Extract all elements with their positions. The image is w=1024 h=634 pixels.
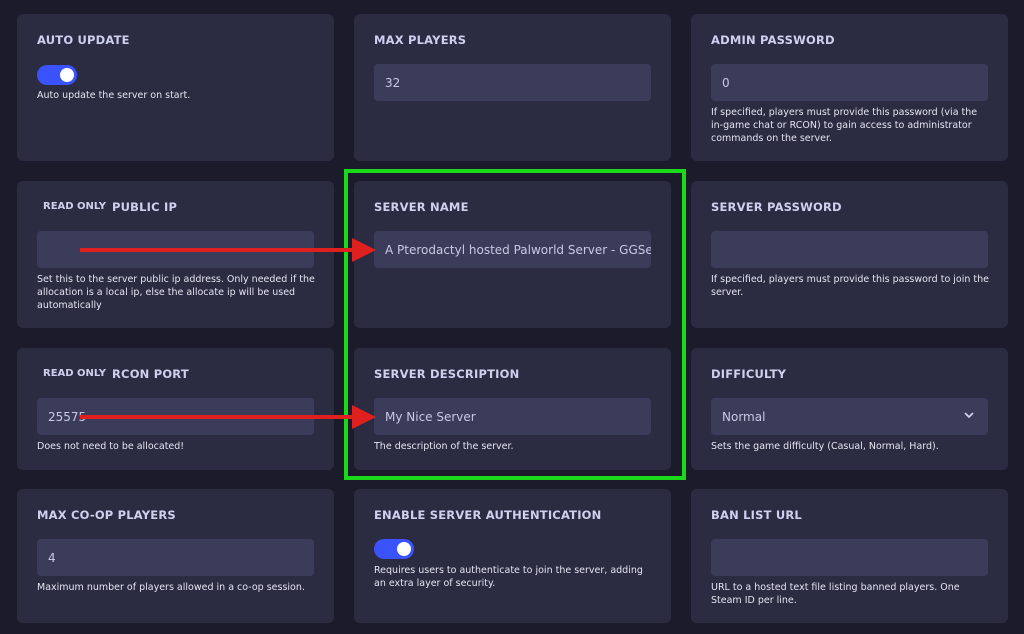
admin-password-description: If specified, players must provide this … <box>711 107 978 144</box>
server-description-description: The description of the server. <box>374 441 514 452</box>
max-players-input[interactable]: 32 <box>374 64 651 101</box>
max-coop-players-description: Maximum number of players allowed in a c… <box>37 582 305 593</box>
server-description-card: SERVER DESCRIPTION My Nice Server The de… <box>354 348 671 470</box>
chevron-down-icon <box>964 412 974 418</box>
ban-list-url-title: BAN LIST URL <box>711 508 802 522</box>
rcon-port-input[interactable]: 25575 <box>37 398 314 435</box>
server-description-input[interactable]: My Nice Server <box>374 398 651 435</box>
admin-password-input[interactable]: 0 <box>711 64 988 101</box>
max-players-title: MAX PLAYERS <box>374 33 467 47</box>
max-players-card: MAX PLAYERS 32 <box>354 14 671 161</box>
difficulty-selected-value: Normal <box>722 409 766 424</box>
max-coop-players-title: MAX CO-OP PLAYERS <box>37 508 176 522</box>
toggle-knob <box>397 542 411 556</box>
read-only-badge: READ ONLY <box>43 201 106 212</box>
ban-list-url-description: URL to a hosted text file listing banned… <box>711 582 960 606</box>
server-name-input[interactable]: A Pterodactyl hosted Palworld Server - G… <box>374 231 651 268</box>
server-password-description: If specified, players must provide this … <box>711 274 990 298</box>
server-authentication-description: Requires users to authenticate to join t… <box>374 565 643 589</box>
rcon-port-title: RCON PORT <box>112 367 189 381</box>
server-name-title: SERVER NAME <box>374 200 469 214</box>
server-description-title: SERVER DESCRIPTION <box>374 367 520 381</box>
auto-update-description: Auto update the server on start. <box>37 90 191 101</box>
read-only-badge: READ ONLY <box>43 368 106 379</box>
auto-update-card: AUTO UPDATE Auto update the server on st… <box>17 14 334 161</box>
toggle-knob <box>60 68 74 82</box>
rcon-port-card: READ ONLY RCON PORT 25575 Does not need … <box>17 348 334 470</box>
server-password-input[interactable] <box>711 231 988 268</box>
server-password-card: SERVER PASSWORD If specified, players mu… <box>691 181 1008 328</box>
ban-list-url-card: BAN LIST URL URL to a hosted text file l… <box>691 489 1008 623</box>
public-ip-input[interactable] <box>37 231 314 268</box>
ban-list-url-input[interactable] <box>711 539 988 576</box>
admin-password-title: ADMIN PASSWORD <box>711 33 835 47</box>
rcon-port-description: Does not need to be allocated! <box>37 441 185 452</box>
server-name-card: SERVER NAME A Pterodactyl hosted Palworl… <box>354 181 671 328</box>
public-ip-description: Set this to the server public ip address… <box>37 274 315 311</box>
max-coop-players-input[interactable]: 4 <box>37 539 314 576</box>
server-password-title: SERVER PASSWORD <box>711 200 842 214</box>
public-ip-card: READ ONLY PUBLIC IP Set this to the serv… <box>17 181 334 328</box>
auto-update-title: AUTO UPDATE <box>37 33 130 47</box>
max-coop-players-card: MAX CO-OP PLAYERS 4 Maximum number of pl… <box>17 489 334 623</box>
difficulty-title: DIFFICULTY <box>711 367 787 381</box>
public-ip-title: PUBLIC IP <box>112 200 178 214</box>
difficulty-card: DIFFICULTY Normal Sets the game difficul… <box>691 348 1008 470</box>
server-authentication-title: ENABLE SERVER AUTHENTICATION <box>374 508 602 522</box>
auto-update-toggle[interactable] <box>37 65 77 85</box>
difficulty-description: Sets the game difficulty (Casual, Normal… <box>711 441 939 452</box>
server-authentication-toggle[interactable] <box>374 539 414 559</box>
difficulty-select[interactable]: Normal <box>711 398 988 435</box>
server-authentication-card: ENABLE SERVER AUTHENTICATION Requires us… <box>354 489 671 623</box>
admin-password-card: ADMIN PASSWORD 0 If specified, players m… <box>691 14 1008 161</box>
